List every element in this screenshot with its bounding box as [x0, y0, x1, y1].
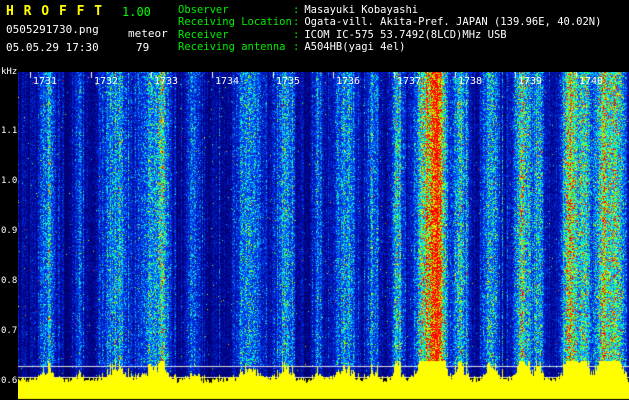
app-version: 1.00: [122, 5, 151, 19]
x-tick-1738: 1738: [458, 76, 483, 87]
x-tick-1740: 1740: [579, 76, 604, 87]
y-tick-1-0: 1.0: [1, 176, 18, 186]
info-row-location: Receiving Location: Ogata-vill. Akita-Pre…: [178, 16, 601, 28]
x-tick-1733: 1733: [154, 76, 179, 87]
info-row-antenna: Receiving antenna: A504HB(yagi 4el): [178, 41, 601, 53]
info-label: Receiving antenna: [178, 41, 286, 54]
x-tick-1736: 1736: [336, 76, 361, 87]
info-colon: :: [293, 16, 300, 29]
app-title: H R O F F T: [6, 4, 104, 19]
observation-datetime: 05.05.29 17:30: [6, 41, 99, 54]
y-tick-0-8: 0.8: [1, 276, 18, 286]
x-tick-1739: 1739: [518, 76, 543, 87]
info-label: Receiver: [178, 28, 229, 41]
x-tick-1731: 1731: [33, 76, 58, 87]
info-value: Masayuki Kobayashi: [304, 4, 419, 16]
info-value: Ogata-vill. Akita-Pref. JAPAN (139.96E, …: [304, 16, 602, 29]
hrofft-screen: H R O F F T 1.00 0505291730.png meteor 0…: [0, 0, 629, 400]
meteor-count: 79: [136, 41, 150, 54]
y-tick-1-1: 1.1: [1, 126, 18, 136]
x-tick-1732: 1732: [94, 76, 119, 87]
info-colon: :: [293, 41, 300, 54]
info-row-observer: Observer: Masayuki Kobayashi: [178, 4, 601, 16]
x-tick-1737: 1737: [397, 76, 422, 87]
info-label: Receiving Location: [178, 16, 292, 29]
mode-label: meteor: [128, 27, 168, 40]
y-tick-0-7: 0.7: [1, 326, 18, 336]
output-filename: 0505291730.png: [6, 23, 99, 36]
x-tick-1734: 1734: [215, 76, 240, 87]
y-tick-0-9: 0.9: [1, 226, 18, 236]
info-label: Observer: [178, 4, 229, 16]
info-row-receiver: Receiver: ICOM IC-575 53.7492(8LCD)MHz US…: [178, 29, 601, 41]
info-colon: :: [293, 28, 300, 41]
x-tick-1735: 1735: [276, 76, 301, 87]
observer-info-block: Observer: Masayuki Kobayashi Receiving Lo…: [178, 4, 601, 54]
info-value: A504HB(yagi 4el): [304, 41, 406, 54]
info-value: ICOM IC-575 53.7492(8LCD)MHz USB: [304, 28, 507, 41]
y-tick-0-6: 0.6: [1, 376, 18, 386]
spectrogram-canvas: [18, 72, 629, 400]
info-colon: :: [293, 4, 300, 16]
y-axis-unit: kHz: [1, 67, 18, 77]
